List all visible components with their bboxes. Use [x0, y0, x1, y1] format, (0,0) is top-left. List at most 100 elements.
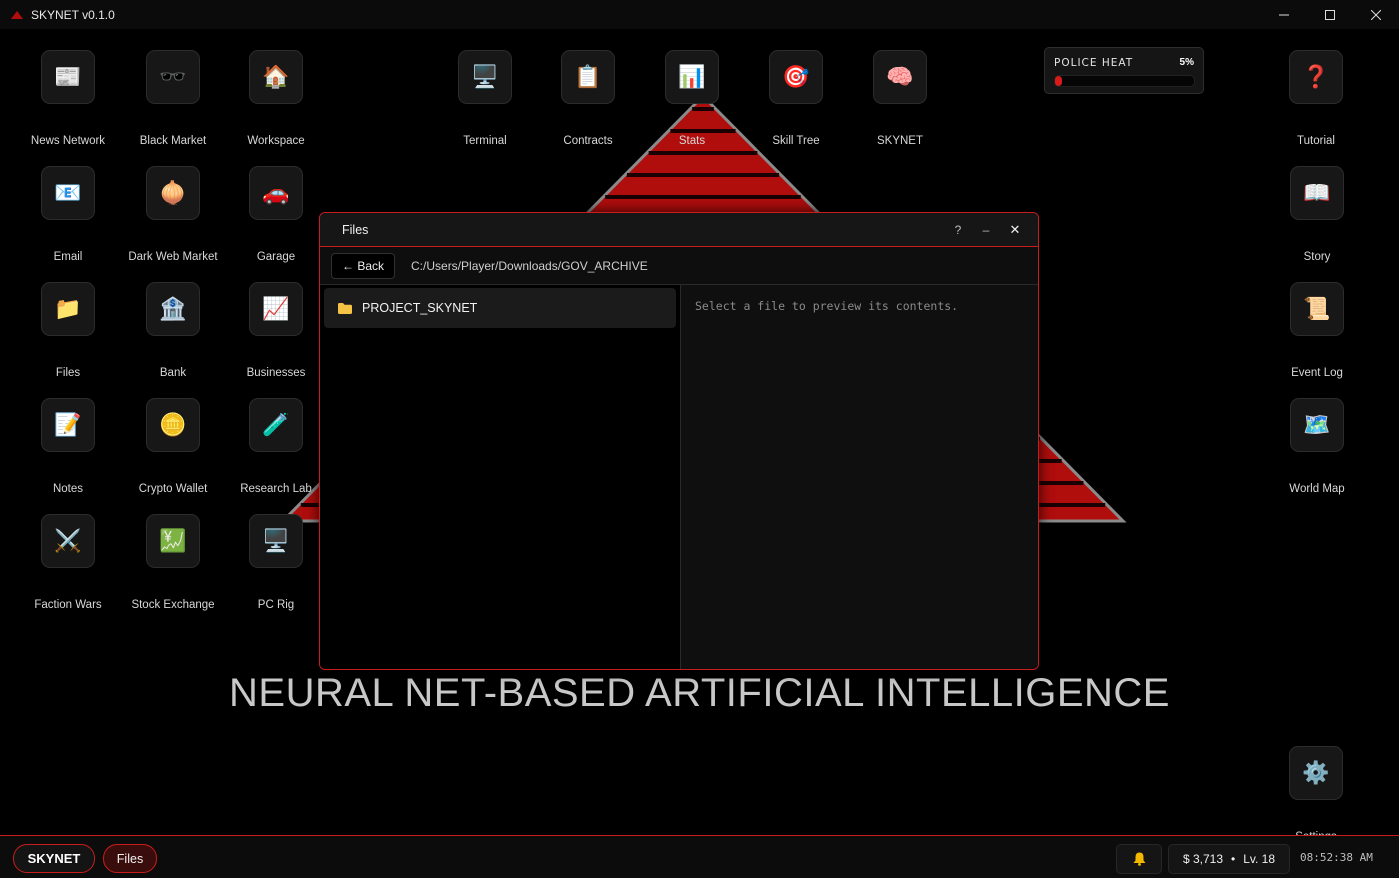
bar-chart-icon-glyph: 📊: [678, 64, 706, 90]
desktop-icon-world-map[interactable]: 🗺️ World Map: [1267, 398, 1367, 495]
test-tube-icon-glyph: 🧪: [262, 412, 290, 438]
monitor-icon-glyph: 🖥️: [471, 64, 499, 90]
desktop-icon-label: Notes: [52, 483, 84, 495]
bell-icon: [1133, 852, 1145, 866]
desktop-icon-news-network[interactable]: 📰 News Network: [18, 50, 118, 147]
police-heat-widget: POLICE HEAT 5%: [1044, 47, 1204, 94]
scroll-icon: 📜: [1290, 282, 1344, 336]
desktop-icon-tutorial[interactable]: ❓ Tutorial: [1266, 50, 1366, 147]
desktop-icon-label: Event Log: [1291, 367, 1343, 379]
preview-hint: Select a file to preview its contents.: [695, 299, 959, 313]
player-level: Lv. 18: [1243, 852, 1276, 866]
brain-icon: 🧠: [873, 50, 927, 104]
files-help-button[interactable]: ?: [944, 213, 972, 246]
desktop-icon-settings[interactable]: ⚙️Settings: [1266, 746, 1366, 835]
trend-chart-icon: 📈: [249, 282, 303, 336]
house-icon: 🏠: [249, 50, 303, 104]
files-minimize-button[interactable]: –: [972, 213, 1000, 246]
desktop-icon-stats[interactable]: 📊 Stats: [642, 50, 742, 147]
file-list-item-name: PROJECT_SKYNET: [362, 301, 478, 315]
desktop-icon-label: Tutorial: [1297, 135, 1335, 147]
desktop-icon-label: PC Rig: [257, 599, 295, 611]
start-button[interactable]: SKYNET: [13, 844, 95, 873]
brain-icon-glyph: 🧠: [886, 64, 914, 90]
files-window-title: Files: [342, 222, 369, 237]
desktop-icon-label: Workspace: [247, 135, 305, 147]
desktop-icon-stock-exchange[interactable]: 💹 Stock Exchange: [123, 514, 223, 611]
gear-icon: ⚙️: [1289, 746, 1343, 800]
desktop-icon-label: Garage: [256, 251, 296, 263]
question-icon-glyph: ❓: [1302, 64, 1330, 90]
desktop-icon-faction-wars[interactable]: ⚔️ Faction Wars: [18, 514, 118, 611]
file-list-item[interactable]: PROJECT_SKYNET: [324, 288, 676, 328]
desktop-icon-story[interactable]: 📖 Story: [1267, 166, 1367, 263]
desktop-icon-garage[interactable]: 🚗 Garage: [226, 166, 326, 263]
sunglasses-icon: 🕶️: [146, 50, 200, 104]
notifications-button[interactable]: [1116, 844, 1162, 874]
book-icon-glyph: 📖: [1303, 180, 1331, 206]
desktop-icon-pc-rig[interactable]: 🖥️ PC Rig: [226, 514, 326, 611]
player-status[interactable]: $ 3,713 • Lv. 18: [1168, 844, 1290, 874]
desktop-icon-black-market[interactable]: 🕶️ Black Market: [123, 50, 223, 147]
desktop-icon-files[interactable]: 📁 Files: [18, 282, 118, 379]
coin-icon: 🪙: [146, 398, 200, 452]
map-icon-glyph: 🗺️: [1303, 412, 1331, 438]
taskbar: SKYNET Files $ 3,713 • Lv. 18 08:52:38 A…: [0, 835, 1399, 878]
files-close-button[interactable]: ✕: [1001, 213, 1029, 246]
car-icon: 🚗: [249, 166, 303, 220]
police-heat-fill: [1055, 76, 1062, 86]
files-window-titlebar[interactable]: Files ? – ✕: [320, 213, 1038, 247]
files-path-bar: ← Back C:/Users/Player/Downloads/GOV_ARC…: [320, 247, 1038, 285]
book-icon: 📖: [1290, 166, 1344, 220]
desktop-icon-label: Crypto Wallet: [138, 483, 208, 495]
map-icon: 🗺️: [1290, 398, 1344, 452]
desktop-icon-research-lab[interactable]: 🧪 Research Lab: [226, 398, 326, 495]
maximize-icon: [1325, 9, 1335, 20]
desktop-icon-label: Stats: [678, 135, 706, 147]
desktop-icon-terminal[interactable]: 🖥️ Terminal: [435, 50, 535, 147]
app-titlebar: SKYNET v0.1.0: [0, 0, 1399, 29]
police-heat-value: 5%: [1179, 57, 1194, 68]
memo-icon: 📝: [41, 398, 95, 452]
memo-icon-glyph: 📝: [54, 412, 82, 438]
desktop-icon-bank[interactable]: 🏦 Bank: [123, 282, 223, 379]
desktop-icon-label: Dark Web Market: [128, 251, 218, 263]
desktop-icon-label: SKYNET: [876, 135, 923, 147]
house-icon-glyph: 🏠: [262, 64, 290, 90]
desktop-icon-label: Businesses: [246, 367, 306, 379]
close-window-button[interactable]: [1353, 0, 1399, 29]
files-window: Files ? – ✕ ← Back C:/Users/Player/Downl…: [319, 212, 1039, 670]
desktop-icon-label: Research Lab: [240, 483, 312, 495]
maximize-window-button[interactable]: [1307, 0, 1353, 29]
desktop-icon-workspace[interactable]: 🏠 Workspace: [226, 50, 326, 147]
desktop-icon-label: Terminal: [463, 135, 507, 147]
computer-icon-glyph: 🖥️: [262, 528, 290, 554]
email-icon-glyph: 📧: [54, 180, 82, 206]
skynet-logo-icon: [11, 10, 23, 19]
onion-icon: 🧅: [146, 166, 200, 220]
question-icon: ❓: [1289, 50, 1343, 104]
stock-chart-icon: 💹: [146, 514, 200, 568]
desktop-icon-skynet[interactable]: 🧠 SKYNET: [850, 50, 950, 147]
monitor-icon: 🖥️: [458, 50, 512, 104]
test-tube-icon: 🧪: [249, 398, 303, 452]
desktop-icon-notes[interactable]: 📝 Notes: [18, 398, 118, 495]
police-heat-label: POLICE HEAT: [1054, 57, 1134, 69]
back-button[interactable]: ← Back: [331, 252, 396, 279]
desktop-icon-businesses[interactable]: 📈 Businesses: [226, 282, 326, 379]
desktop-icon-event-log[interactable]: 📜 Event Log: [1267, 282, 1367, 379]
email-icon: 📧: [41, 166, 95, 220]
desktop-icon-label: Black Market: [139, 135, 207, 147]
taskbar-item-files[interactable]: Files: [103, 844, 157, 873]
onion-icon-glyph: 🧅: [159, 180, 187, 206]
desktop-icon-contracts[interactable]: 📋 Contracts: [538, 50, 638, 147]
desktop-icon-skill-tree[interactable]: 🎯 Skill Tree: [746, 50, 846, 147]
desktop-icon-label: Contracts: [563, 135, 613, 147]
desktop-icon-crypto-wallet[interactable]: 🪙 Crypto Wallet: [123, 398, 223, 495]
minimize-window-button[interactable]: [1261, 0, 1307, 29]
desktop-icon-dark-web-market[interactable]: 🧅 Dark Web Market: [123, 166, 223, 263]
scroll-icon-glyph: 📜: [1303, 296, 1331, 322]
gear-icon-glyph: ⚙️: [1302, 760, 1330, 786]
newspaper-icon: 📰: [41, 50, 95, 104]
desktop-icon-email[interactable]: 📧 Email: [18, 166, 118, 263]
